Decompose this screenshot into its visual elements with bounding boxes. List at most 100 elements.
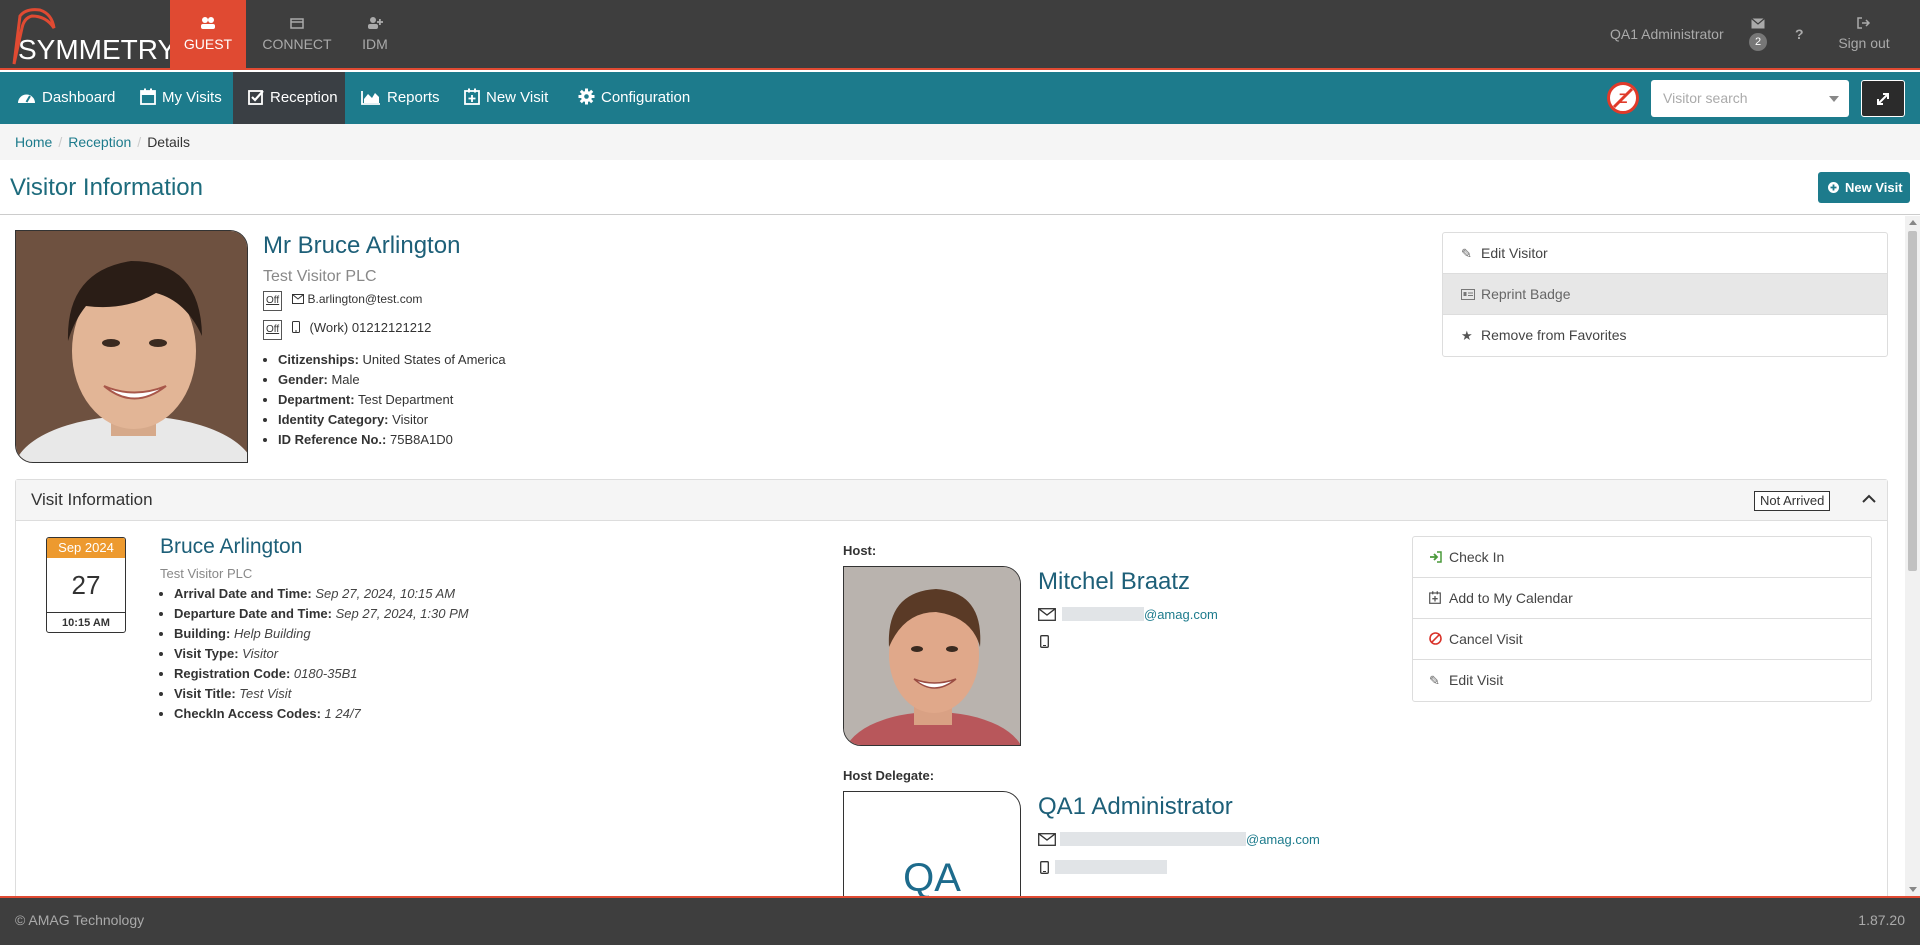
user-name[interactable]: QA1 Administrator bbox=[1610, 26, 1724, 42]
list-item: Arrival Date and Time: Sep 27, 2024, 10:… bbox=[174, 584, 469, 604]
footer: © AMAG Technology 1.87.20 bbox=[0, 896, 1920, 945]
card-icon bbox=[258, 16, 336, 32]
visit-panel-header[interactable]: Visit Information Not Arrived bbox=[16, 480, 1887, 521]
visit-visitor-name[interactable]: Bruce Arlington bbox=[160, 535, 302, 559]
nav-label: My Visits bbox=[162, 89, 222, 106]
area-chart-icon bbox=[361, 91, 380, 105]
host-phone bbox=[1040, 635, 1049, 651]
dashboard-icon bbox=[18, 94, 35, 103]
content-area: Mr Bruce Arlington Test Visitor PLC Off … bbox=[0, 216, 1905, 896]
host-label: Host: bbox=[843, 543, 877, 558]
check-in-button[interactable]: Check In bbox=[1413, 537, 1871, 578]
app-tab-label: IDM bbox=[362, 36, 388, 52]
nav-new-visit[interactable]: New Visit bbox=[464, 72, 548, 124]
plus-circle-icon bbox=[1828, 182, 1839, 193]
visitor-attributes: Citizenships: United States of America G… bbox=[278, 350, 506, 450]
nav-my-visits[interactable]: My Visits bbox=[140, 72, 222, 124]
status-badge: Not Arrived bbox=[1754, 491, 1831, 511]
sign-out-button[interactable]: Sign out bbox=[1838, 16, 1890, 51]
badge-icon bbox=[1461, 274, 1475, 315]
nav-label: Configuration bbox=[601, 89, 691, 106]
list-item: Gender: Male bbox=[278, 370, 506, 390]
visitor-phone: (Work) 01212121212 bbox=[309, 320, 432, 335]
visitor-photo bbox=[15, 230, 248, 463]
edit-icon: ✎ bbox=[1461, 246, 1472, 261]
ban-icon bbox=[1429, 619, 1442, 660]
list-item: Departure Date and Time: Sep 27, 2024, 1… bbox=[174, 604, 469, 624]
message-count-badge: 2 bbox=[1749, 33, 1767, 51]
visitor-name: Mr Bruce Arlington bbox=[263, 232, 461, 259]
page-title: Visitor Information bbox=[10, 174, 203, 201]
list-item: ID Reference No.: 75B8A1D0 bbox=[278, 430, 506, 450]
messages-button[interactable]: 2 bbox=[1746, 16, 1770, 51]
delegate-email-domain: @amag.com bbox=[1246, 832, 1320, 847]
edit-icon: ✎ bbox=[1429, 673, 1440, 688]
fullscreen-button[interactable] bbox=[1861, 80, 1905, 117]
symmetry-logo[interactable]: SYMMETRY™ bbox=[0, 0, 185, 70]
calendar-plus-icon bbox=[464, 88, 480, 105]
visit-information-panel: Visit Information Not Arrived Sep 2024 2… bbox=[15, 479, 1888, 896]
edit-visitor-button[interactable]: ✎ Edit Visitor bbox=[1443, 233, 1887, 274]
edit-visit-button[interactable]: ✎ Edit Visit bbox=[1413, 660, 1871, 701]
star-icon: ★ bbox=[1461, 328, 1473, 343]
visit-actions: Check In Add to My Calendar Cancel Visit… bbox=[1412, 536, 1872, 702]
scroll-up-icon[interactable] bbox=[1909, 220, 1917, 225]
app-tab-guest[interactable]: GUEST bbox=[170, 0, 246, 70]
calendar-time: 10:15 AM bbox=[47, 612, 125, 632]
visit-visitor-company: Test Visitor PLC bbox=[160, 566, 253, 581]
reprint-badge-button[interactable]: Reprint Badge bbox=[1443, 274, 1887, 315]
scrollbar-thumb[interactable] bbox=[1908, 231, 1917, 571]
breadcrumb-home[interactable]: Home bbox=[15, 134, 52, 150]
app-tab-idm[interactable]: IDM bbox=[338, 0, 412, 70]
host-email-domain: @amag.com bbox=[1144, 607, 1218, 622]
email-preference-toggle[interactable]: Off bbox=[263, 291, 283, 311]
breadcrumb-separator: / bbox=[58, 134, 63, 150]
scroll-down-icon[interactable] bbox=[1909, 887, 1917, 892]
host-email[interactable]: @amag.com bbox=[1038, 607, 1218, 622]
no-access-icon[interactable]: Z bbox=[1607, 82, 1639, 114]
divider bbox=[0, 214, 1920, 215]
nav-configuration[interactable]: Configuration bbox=[578, 72, 690, 124]
nav-reports[interactable]: Reports bbox=[361, 72, 440, 124]
users-icon bbox=[170, 16, 246, 33]
list-item: Department: Test Department bbox=[278, 390, 506, 410]
breadcrumb-reception[interactable]: Reception bbox=[68, 134, 131, 150]
breadcrumb: Home / Reception / Details bbox=[0, 124, 1920, 160]
chevron-down-icon bbox=[1829, 96, 1839, 102]
cancel-visit-button[interactable]: Cancel Visit bbox=[1413, 619, 1871, 660]
visit-details: Arrival Date and Time: Sep 27, 2024, 10:… bbox=[174, 584, 469, 724]
visitor-email[interactable]: B.arlington@test.com bbox=[308, 292, 423, 306]
new-visit-button[interactable]: New Visit bbox=[1818, 172, 1910, 203]
calendar-month: Sep 2024 bbox=[47, 538, 125, 558]
chevron-up-icon[interactable] bbox=[1862, 494, 1876, 503]
breadcrumb-current: Details bbox=[147, 134, 190, 150]
nav-label: New Visit bbox=[486, 89, 549, 106]
phone-preference-toggle[interactable]: Off bbox=[263, 320, 283, 340]
nav-label: Dashboard bbox=[42, 89, 116, 106]
list-item: CheckIn Access Codes: 1 24/7 bbox=[174, 704, 469, 724]
envelope-icon bbox=[291, 294, 304, 304]
user-plus-icon bbox=[338, 16, 412, 32]
add-to-calendar-button[interactable]: Add to My Calendar bbox=[1413, 578, 1871, 619]
visitor-search-select[interactable]: Visitor search bbox=[1651, 80, 1849, 117]
redacted-text bbox=[1062, 607, 1144, 621]
visitor-company: Test Visitor PLC bbox=[263, 268, 377, 285]
delegate-email[interactable]: @amag.com bbox=[1038, 832, 1320, 847]
host-delegate-label: Host Delegate: bbox=[843, 768, 935, 783]
envelope-icon bbox=[1746, 16, 1770, 32]
remove-favorite-button[interactable]: ★ Remove from Favorites bbox=[1443, 315, 1887, 356]
page-scrollbar[interactable] bbox=[1905, 216, 1920, 896]
list-item: Visit Title: Test Visit bbox=[174, 684, 469, 704]
gear-icon bbox=[578, 88, 595, 105]
logo-text: SYMMETRY bbox=[18, 34, 177, 65]
delegate-phone bbox=[1040, 860, 1167, 875]
phone-row: Off (Work) 01212121212 bbox=[263, 320, 431, 340]
app-tab-label: CONNECT bbox=[262, 36, 332, 52]
breadcrumb-separator: / bbox=[137, 134, 142, 150]
envelope-icon bbox=[1038, 833, 1056, 846]
nav-dashboard[interactable]: Dashboard bbox=[17, 72, 115, 124]
delegate-name: QA1 Administrator bbox=[1038, 793, 1233, 820]
help-button[interactable]: ? bbox=[1795, 26, 1804, 42]
nav-reception[interactable]: Reception bbox=[233, 72, 345, 124]
app-tab-connect[interactable]: CONNECT bbox=[258, 0, 336, 70]
